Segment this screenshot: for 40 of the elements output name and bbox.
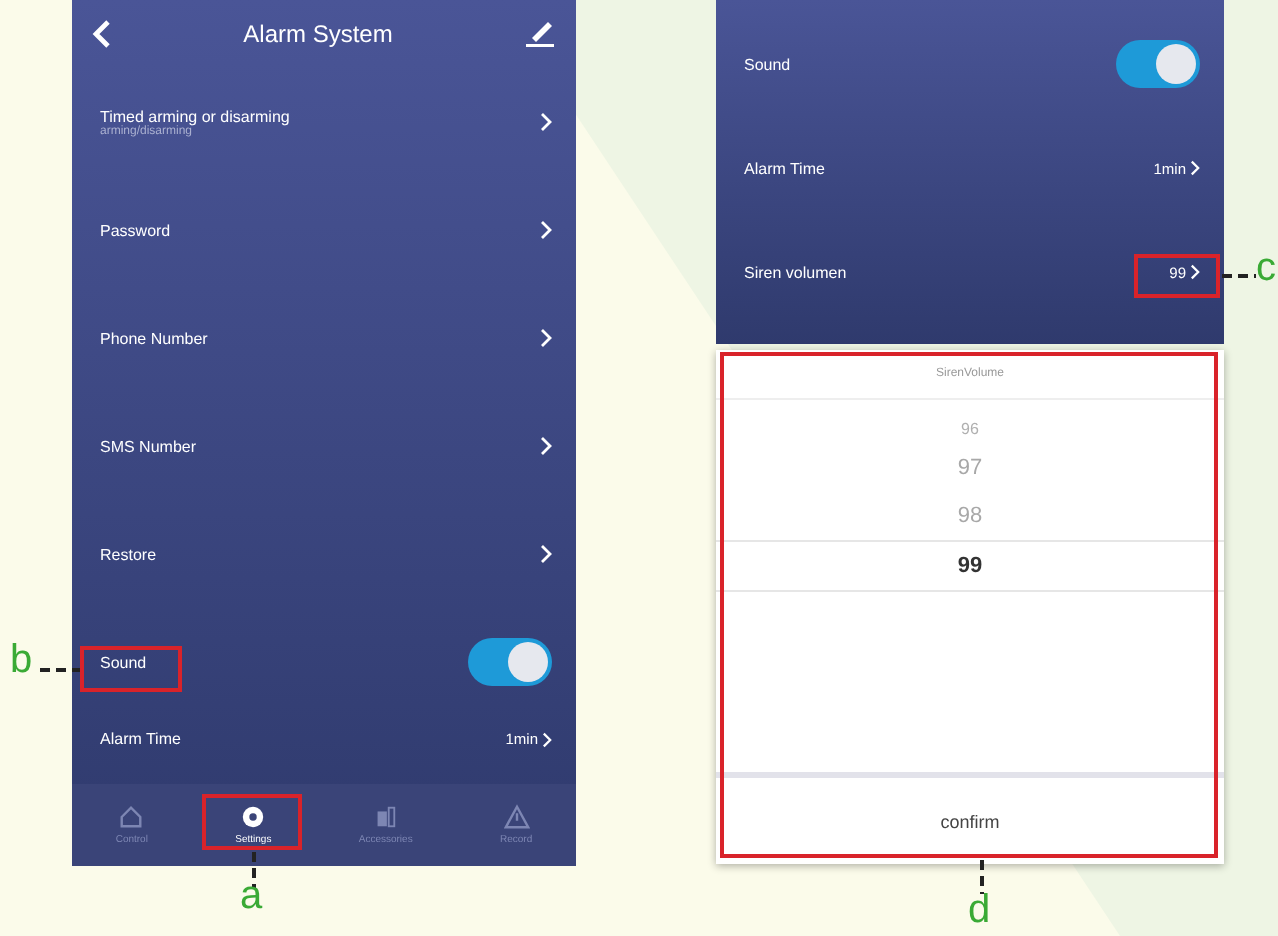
leader-line xyxy=(980,860,984,894)
toggle-switch[interactable] xyxy=(468,638,552,686)
callout-label: b xyxy=(10,640,33,680)
callout-label: d xyxy=(968,890,991,930)
callout-label: a xyxy=(240,876,263,916)
setting-label: Sound xyxy=(100,653,147,671)
back-icon[interactable] xyxy=(92,18,112,50)
callout-frame xyxy=(1134,254,1220,298)
confirm-button[interactable]: confirm xyxy=(716,772,1224,864)
warning-icon xyxy=(503,804,530,830)
setting-label: Phone Number xyxy=(100,329,208,347)
chevron-icon[interactable] xyxy=(540,544,552,564)
callout-label: c xyxy=(1256,248,1276,288)
leader-line xyxy=(252,852,256,888)
setting-label: Sound xyxy=(744,55,791,73)
setting-label: Timed arming or disarming xyxy=(100,107,290,125)
setting-label: Siren volumen xyxy=(744,263,847,281)
pen-icon[interactable] xyxy=(524,20,556,48)
setting-label: Alarm Time xyxy=(744,159,825,177)
callout-frame xyxy=(80,646,182,692)
chevron-icon[interactable] xyxy=(540,436,552,456)
chevron-icon[interactable] xyxy=(1190,160,1200,176)
toggle-switch[interactable] xyxy=(1116,40,1200,88)
leader-line xyxy=(1222,274,1256,278)
screen-title: Alarm System xyxy=(243,20,393,48)
chevron-icon[interactable] xyxy=(540,328,552,348)
setting-label: Password xyxy=(100,221,171,239)
chevron-icon[interactable] xyxy=(1190,264,1200,280)
chevron-icon[interactable] xyxy=(540,112,552,132)
setting-label: SMS Number xyxy=(100,437,197,455)
setting-label: Alarm Time xyxy=(100,730,181,748)
setting-label: Restore xyxy=(100,545,157,563)
gear-icon xyxy=(240,804,267,830)
picker-option[interactable]: 99 xyxy=(716,540,1224,592)
leader-line xyxy=(40,668,80,672)
home-icon xyxy=(118,804,145,830)
chevron-icon[interactable] xyxy=(542,731,552,747)
chevron-icon[interactable] xyxy=(540,220,552,240)
callout-frame xyxy=(202,794,302,850)
device-icon xyxy=(372,804,399,830)
